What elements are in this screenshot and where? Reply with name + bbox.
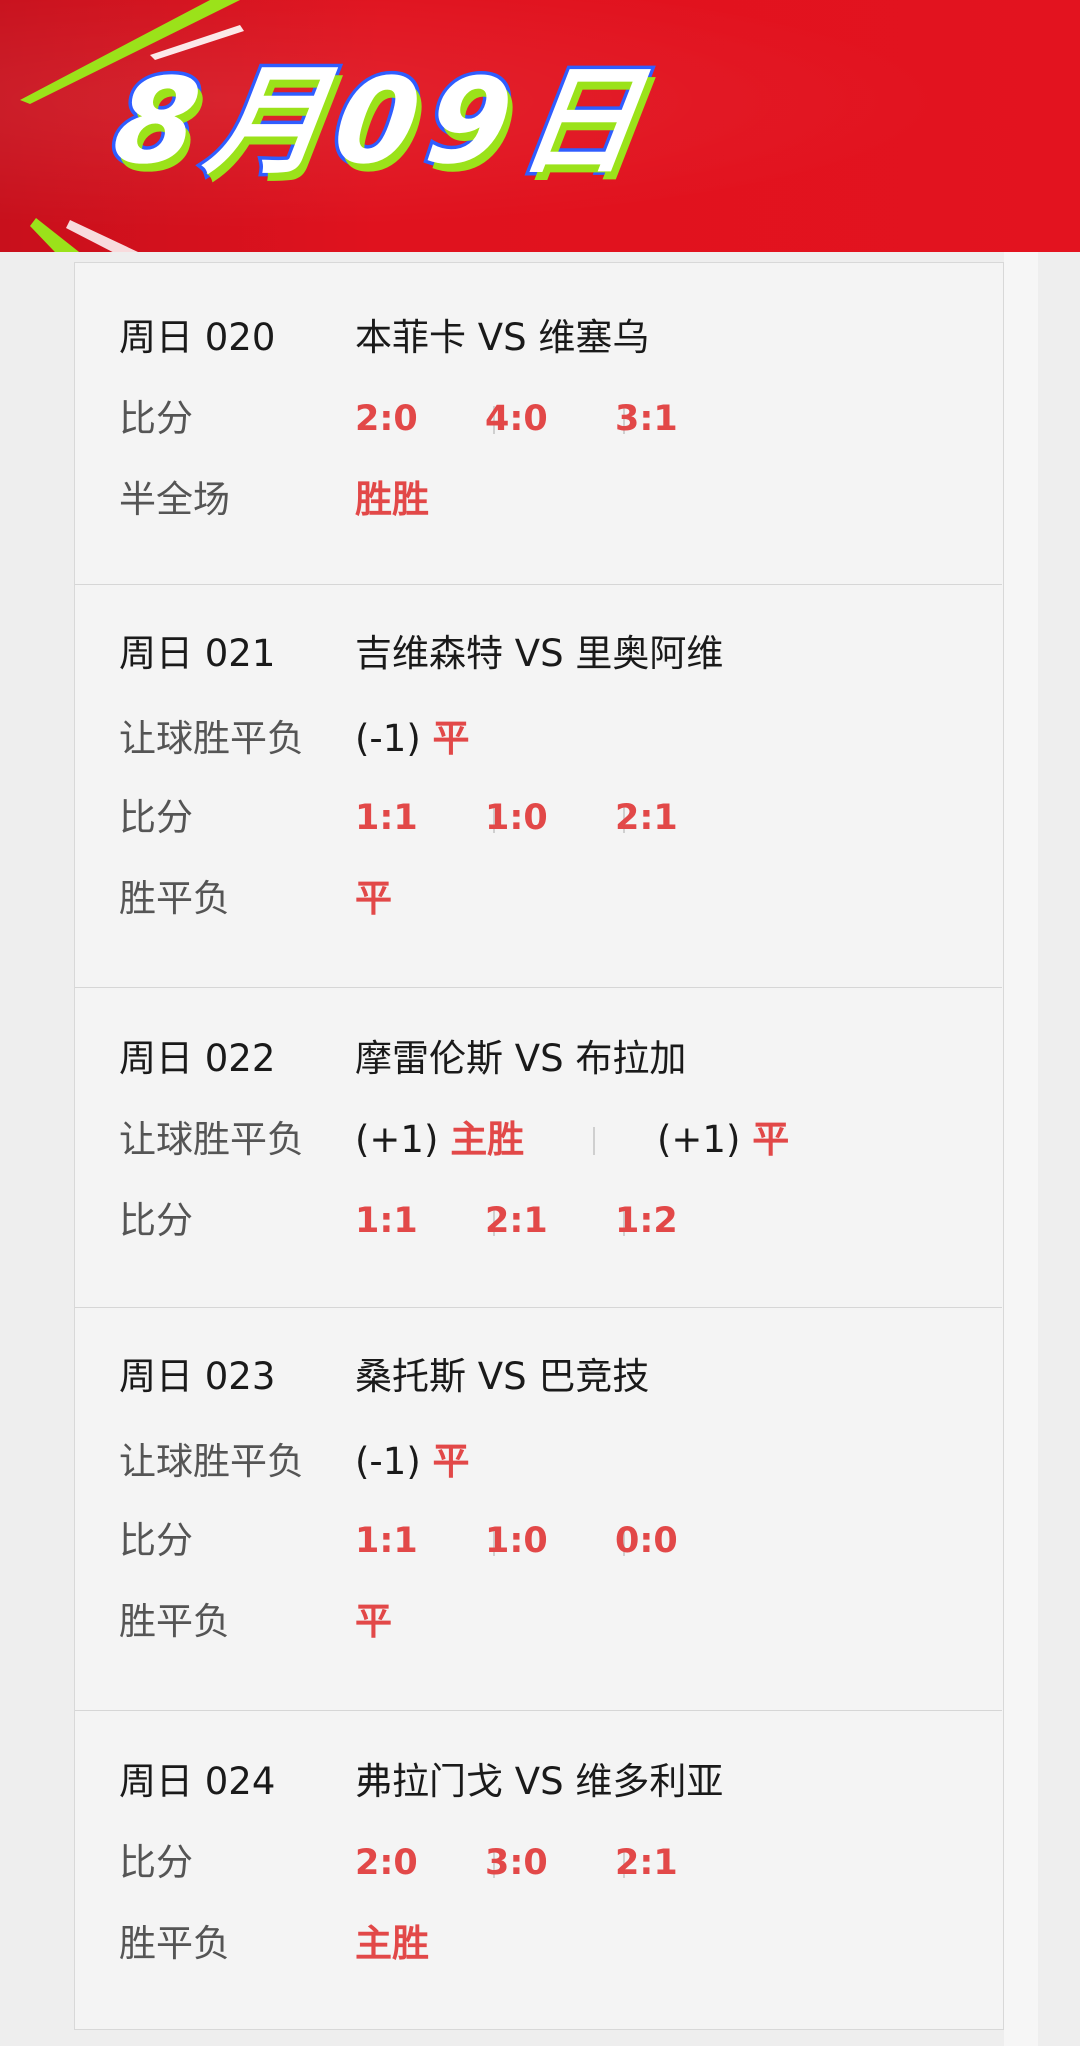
handicap-result: 平 (432, 1440, 470, 1483)
wdl-row: 胜平负 平 (119, 1597, 979, 1647)
score-label: 比分 (119, 397, 193, 440)
match-item: 周日 023 桑托斯 VS 巴竞技 让球胜平负 (-1) 平 比分 1:1 1:… (75, 1308, 1002, 1711)
score-row: 比分 2:0 4:0 3:1 (119, 394, 979, 444)
match-id: 周日 021 (119, 632, 276, 675)
match-item: 周日 024 弗拉门戈 VS 维多利亚 比分 2:0 3:0 2:1 胜平负 主… (75, 1711, 1002, 2029)
wdl-pick: 主胜 (355, 1922, 429, 1965)
score-pick: 1:1 (355, 798, 418, 838)
wdl-label: 胜平负 (119, 1600, 230, 1643)
match-header-row: 周日 024 弗拉门戈 VS 维多利亚 (119, 1757, 979, 1807)
match-header-row: 周日 021 吉维森特 VS 里奥阿维 (119, 629, 979, 679)
handicap-pick: (-1) 平 (355, 1437, 470, 1487)
score-pick: 2:0 (355, 399, 418, 439)
score-label: 比分 (119, 1519, 193, 1562)
score-pick: 1:1 (355, 1201, 418, 1241)
handicap-pick: (+1) 平 (657, 1115, 789, 1165)
score-row: 比分 1:1 1:0 0:0 (119, 1516, 979, 1566)
match-header-row: 周日 022 摩雷伦斯 VS 布拉加 (119, 1034, 979, 1084)
score-row: 比分 1:1 1:0 2:1 (119, 793, 979, 843)
score-pick: 4:0 (485, 399, 548, 439)
score-pick: 1:2 (615, 1201, 678, 1241)
handicap-line: (+1) (657, 1118, 741, 1161)
wdl-row: 胜平负 主胜 (119, 1919, 979, 1969)
handicap-row: 让球胜平负 (+1) 主胜 (+1) 平 (119, 1115, 979, 1165)
handicap-label: 让球胜平负 (119, 717, 304, 760)
score-row: 比分 1:1 2:1 1:2 (119, 1196, 979, 1246)
match-teams: 弗拉门戈 VS 维多利亚 (355, 1760, 724, 1803)
handicap-result: 主胜 (450, 1118, 525, 1161)
score-pick: 3:1 (615, 399, 678, 439)
match-teams: 摩雷伦斯 VS 布拉加 (355, 1037, 687, 1080)
score-label: 比分 (119, 1841, 193, 1884)
match-id: 周日 023 (119, 1355, 276, 1398)
date-title: 8月09日 (103, 49, 662, 194)
handicap-pick: (+1) 主胜 (355, 1115, 524, 1165)
handicap-row: 让球胜平负 (-1) 平 (119, 714, 979, 764)
match-id: 周日 024 (119, 1760, 276, 1803)
match-id: 周日 020 (119, 316, 276, 359)
wdl-label: 胜平负 (119, 1922, 230, 1965)
wdl-label: 胜平负 (119, 877, 230, 920)
halffull-label: 半全场 (119, 478, 230, 521)
separator (593, 1127, 595, 1155)
score-pick: 2:1 (615, 1843, 678, 1883)
halffull-pick: 胜胜 (355, 478, 429, 521)
match-id: 周日 022 (119, 1037, 276, 1080)
date-banner: 8月09日 (0, 0, 1080, 252)
handicap-pick: (-1) 平 (355, 714, 470, 764)
match-teams: 本菲卡 VS 维塞乌 (355, 316, 650, 359)
wdl-pick: 平 (355, 877, 392, 920)
match-header-row: 周日 023 桑托斯 VS 巴竞技 (119, 1352, 979, 1402)
match-teams: 吉维森特 VS 里奥阿维 (355, 632, 724, 675)
match-header-row: 周日 020 本菲卡 VS 维塞乌 (119, 313, 979, 363)
handicap-label: 让球胜平负 (119, 1118, 304, 1161)
handicap-result: 平 (432, 717, 470, 760)
handicap-label: 让球胜平负 (119, 1440, 304, 1483)
halffull-row: 半全场 胜胜 (119, 475, 979, 525)
score-pick: 1:0 (485, 1521, 548, 1561)
match-item: 周日 020 本菲卡 VS 维塞乌 比分 2:0 4:0 3:1 半全场 胜胜 (75, 263, 1002, 585)
match-teams: 桑托斯 VS 巴竞技 (355, 1355, 650, 1398)
score-label: 比分 (119, 796, 193, 839)
score-pick: 3:0 (485, 1843, 548, 1883)
wdl-row: 胜平负 平 (119, 874, 979, 924)
score-pick: 1:1 (355, 1521, 418, 1561)
handicap-result: 平 (752, 1118, 790, 1161)
wdl-pick: 平 (355, 1600, 392, 1643)
match-item: 周日 022 摩雷伦斯 VS 布拉加 让球胜平负 (+1) 主胜 (+1) 平 … (75, 988, 1002, 1308)
score-pick: 2:0 (355, 1843, 418, 1883)
handicap-line: (-1) (355, 717, 421, 760)
score-pick: 2:1 (485, 1201, 548, 1241)
score-pick: 0:0 (615, 1521, 678, 1561)
match-item: 周日 021 吉维森特 VS 里奥阿维 让球胜平负 (-1) 平 比分 1:1 … (75, 585, 1002, 988)
handicap-line: (+1) (355, 1118, 439, 1161)
score-row: 比分 2:0 3:0 2:1 (119, 1838, 979, 1888)
handicap-row: 让球胜平负 (-1) 平 (119, 1437, 979, 1487)
score-label: 比分 (119, 1199, 193, 1242)
score-pick: 2:1 (615, 798, 678, 838)
handicap-line: (-1) (355, 1440, 421, 1483)
page-right-strip (1004, 252, 1038, 2046)
match-list-card: 周日 020 本菲卡 VS 维塞乌 比分 2:0 4:0 3:1 半全场 胜胜 … (74, 262, 1004, 2030)
score-pick: 1:0 (485, 798, 548, 838)
